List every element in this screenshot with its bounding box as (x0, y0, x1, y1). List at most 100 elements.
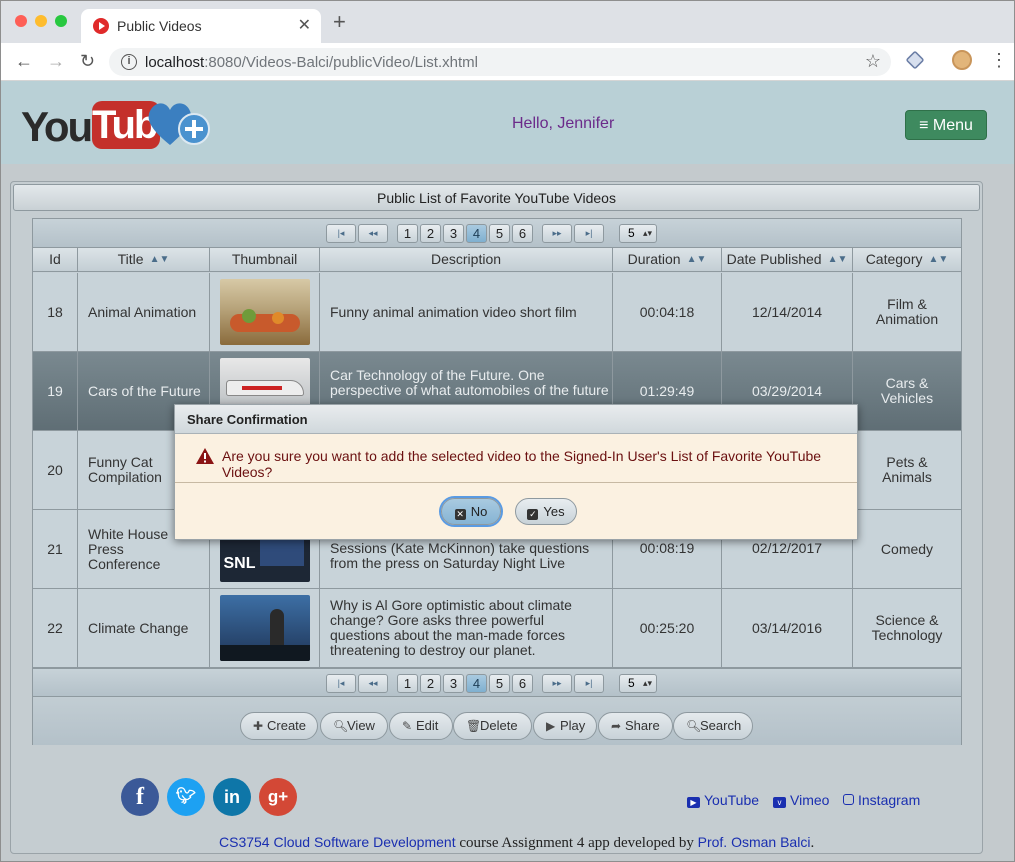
credits-line: CS3754 Cloud Software Development course… (219, 834, 815, 851)
yes-button[interactable]: ✓ Yes (515, 498, 577, 525)
url-text[interactable]: localhost:8080/Videos-Balci/publicVideo/… (145, 54, 478, 71)
dialog-title: Share Confirmation (175, 405, 857, 434)
minimize-window-button[interactable] (35, 15, 47, 27)
address-bar[interactable]: i localhost:8080/Videos-Balci/publicVide… (109, 48, 891, 76)
tab-bar: Public Videos ✕ + (1, 1, 1014, 43)
page-content: You Tube Hello, Jennifer ≡ Menu Public L… (1, 81, 1014, 861)
table-header-row: Id Title ▲▼ Thumbnail Description Duratio… (33, 248, 961, 272)
create-button[interactable]: ✚ Create (240, 712, 318, 740)
linkedin-icon[interactable]: in (213, 778, 251, 816)
row-category: Pets & Animals (882, 454, 932, 485)
sort-icon: ▲▼ (686, 254, 707, 265)
row-category: Cars & Vehicles (880, 375, 934, 406)
last-page-icon[interactable]: ▸| (574, 224, 604, 243)
rows-per-page-select[interactable]: 5 ▴▾ (619, 224, 657, 243)
new-tab-icon[interactable]: + (333, 11, 346, 33)
instagram-icon (843, 794, 854, 805)
page-link[interactable]: 2 (420, 674, 441, 693)
row-duration: 00:25:20 (613, 589, 722, 667)
sort-icon: ▲▼ (149, 254, 170, 265)
col-header: Id (33, 248, 78, 271)
author-link[interactable]: Prof. Osman Balci (698, 834, 811, 850)
bookmark-star-icon[interactable]: ☆ (865, 51, 881, 72)
back-arrow-icon[interactable]: ← (15, 51, 33, 71)
row-category: Film & Animation (875, 296, 939, 327)
page-link-active[interactable]: 4 (466, 224, 487, 243)
profile-avatar[interactable] (952, 50, 972, 70)
google-plus-icon[interactable]: g+ (259, 778, 297, 816)
edit-button[interactable]: ✎ Edit (389, 712, 453, 740)
table-row[interactable]: 22 Climate Change Why is Al Gore optimis… (33, 589, 961, 668)
col-header: Thumbnail (210, 248, 320, 271)
share-confirmation-dialog: Share Confirmation Are you sure you want… (174, 404, 858, 540)
youtube-link[interactable]: ▶ YouTube (687, 792, 759, 808)
row-category: Comedy (880, 540, 934, 557)
search-icon: 🔍︎ (686, 719, 702, 733)
tab-close-icon[interactable]: ✕ (298, 15, 311, 35)
page-link[interactable]: 2 (420, 224, 441, 243)
first-page-icon[interactable]: |◂ (326, 224, 356, 243)
maximize-window-button[interactable] (55, 15, 67, 27)
sort-icon: ▲▼ (827, 254, 848, 265)
rows-per-page-select[interactable]: 5 ▴▾ (619, 674, 657, 693)
row-description: Why is Al Gore optimistic about climate … (320, 589, 613, 667)
row-thumbnail[interactable] (210, 273, 320, 351)
no-button[interactable]: ✕ No (441, 498, 501, 525)
menu-button[interactable]: ≡ Menu (905, 110, 987, 140)
col-header-title[interactable]: Title ▲▼ (78, 248, 210, 271)
instagram-link[interactable]: Instagram (843, 792, 920, 808)
page-link-active[interactable]: 4 (466, 674, 487, 693)
first-page-icon[interactable]: |◂ (326, 674, 356, 693)
search-button[interactable]: 🔍︎Search (673, 712, 753, 740)
prev-page-icon[interactable]: ◂◂ (358, 224, 388, 243)
view-button[interactable]: 🔍︎View (320, 712, 388, 740)
reload-icon[interactable]: ↻ (80, 51, 95, 71)
row-date: 12/14/2014 (722, 273, 853, 351)
page-link[interactable]: 6 (512, 224, 533, 243)
col-header-duration[interactable]: Duration ▲▼ (613, 248, 722, 271)
row-date: 03/14/2016 (722, 589, 853, 667)
row-thumbnail[interactable] (210, 589, 320, 667)
last-page-icon[interactable]: ▸| (574, 674, 604, 693)
page-link[interactable]: 1 (397, 224, 418, 243)
course-link[interactable]: CS3754 Cloud Software Development (219, 834, 456, 850)
page-link[interactable]: 1 (397, 674, 418, 693)
page-link[interactable]: 5 (489, 674, 510, 693)
delete-button[interactable]: 🗑︎Delete (453, 712, 532, 740)
more-vert-icon[interactable]: ⋮ (990, 50, 1008, 70)
play-button[interactable]: ▶ Play (533, 712, 597, 740)
youtube-play-icon: ▶ (687, 797, 700, 808)
sort-icon: ▲▼ (928, 254, 949, 265)
share-button[interactable]: ➦ Share (598, 712, 673, 740)
action-bar: ✚ Create 🔍︎View ✎ Edit 🗑︎Delete ▶ Play ➦ Sha… (33, 697, 961, 745)
next-page-icon[interactable]: ▸▸ (542, 224, 572, 243)
row-id: 19 (33, 352, 78, 430)
facebook-icon[interactable]: f (121, 778, 159, 816)
row-duration: 00:04:18 (613, 273, 722, 351)
col-header-date[interactable]: Date Published ▲▼ (722, 248, 853, 271)
youtube-favicon-icon (93, 18, 109, 34)
page-link[interactable]: 3 (443, 674, 464, 693)
next-page-icon[interactable]: ▸▸ (542, 674, 572, 693)
page-link[interactable]: 3 (443, 224, 464, 243)
forward-arrow-icon[interactable]: → (47, 51, 65, 71)
row-description: Funny animal animation video short film (320, 273, 613, 351)
tab-title: Public Videos (117, 18, 202, 34)
prev-page-icon[interactable]: ◂◂ (358, 674, 388, 693)
browser-tab[interactable]: Public Videos ✕ (81, 9, 321, 43)
page-link[interactable]: 6 (512, 674, 533, 693)
twitter-icon[interactable]: 🐦︎ (167, 778, 205, 816)
row-id: 22 (33, 589, 78, 667)
close-window-button[interactable] (15, 15, 27, 27)
table-row[interactable]: 18 Animal Animation Funny animal animati… (33, 273, 961, 352)
page-link[interactable]: 5 (489, 224, 510, 243)
col-header-category[interactable]: Category ▲▼ (853, 248, 961, 271)
info-icon[interactable]: i (121, 54, 137, 70)
greeting: Hello, Jennifer (512, 115, 615, 132)
dialog-message: Are you sure you want to add the selecte… (222, 448, 822, 480)
row-category: Science & Technology (871, 612, 943, 643)
row-title: Animal Animation (78, 273, 210, 351)
panel-title: Public List of Favorite YouTube Videos (13, 184, 980, 211)
vimeo-link[interactable]: v Vimeo (773, 792, 829, 808)
dialog-separator (175, 482, 857, 483)
